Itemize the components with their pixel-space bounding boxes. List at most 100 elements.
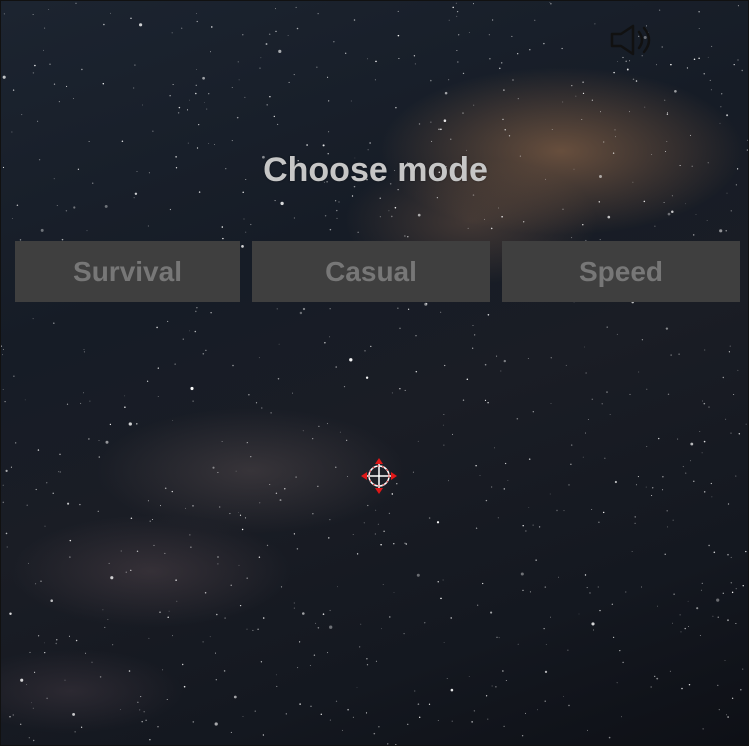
- star: [505, 679, 507, 681]
- speed-mode-button[interactable]: Speed: [502, 241, 740, 302]
- star: [238, 564, 240, 566]
- star: [133, 87, 135, 89]
- casual-mode-button[interactable]: Casual: [252, 241, 490, 302]
- star: [275, 492, 278, 494]
- star: [666, 509, 668, 512]
- star: [656, 677, 659, 680]
- star: [701, 452, 703, 454]
- star: [2, 354, 3, 356]
- star: [105, 440, 109, 444]
- star: [169, 95, 171, 97]
- star: [329, 719, 331, 721]
- star: [403, 632, 405, 635]
- star: [239, 604, 242, 607]
- speaker-icon: [610, 24, 651, 56]
- star: [641, 586, 643, 588]
- star: [575, 95, 577, 97]
- star: [448, 480, 449, 482]
- star: [489, 58, 491, 60]
- star: [724, 660, 726, 662]
- star: [81, 68, 83, 71]
- star: [680, 631, 682, 633]
- star: [2, 501, 5, 504]
- star: [622, 56, 624, 59]
- star: [335, 466, 337, 468]
- star: [208, 93, 210, 95]
- star: [231, 140, 233, 142]
- star: [404, 235, 406, 237]
- sound-toggle-button[interactable]: [609, 23, 659, 57]
- star: [196, 20, 198, 23]
- star: [598, 521, 600, 524]
- star: [643, 200, 646, 203]
- star: [688, 626, 689, 627]
- star: [507, 480, 509, 481]
- starfield-background: [1, 2, 748, 745]
- star: [149, 520, 151, 522]
- star: [88, 438, 90, 440]
- star: [462, 72, 465, 75]
- star: [221, 226, 224, 228]
- star: [446, 678, 448, 679]
- star: [185, 507, 187, 509]
- star: [466, 378, 469, 380]
- star: [490, 611, 493, 614]
- star: [335, 366, 337, 368]
- star: [110, 12, 111, 14]
- star: [48, 8, 50, 10]
- star: [74, 731, 76, 733]
- star: [37, 120, 39, 122]
- star: [243, 218, 245, 220]
- star: [280, 201, 284, 206]
- star: [735, 475, 737, 477]
- star: [206, 108, 208, 110]
- star: [488, 34, 490, 36]
- star: [124, 406, 126, 409]
- star: [399, 327, 401, 330]
- star: [219, 506, 221, 508]
- star: [727, 716, 729, 718]
- star: [244, 517, 247, 519]
- star: [80, 402, 82, 405]
- star: [543, 628, 545, 630]
- star: [327, 76, 329, 78]
- star: [407, 235, 409, 238]
- star: [265, 43, 268, 45]
- star: [59, 453, 61, 456]
- star: [250, 456, 252, 458]
- star: [635, 484, 637, 486]
- star: [333, 41, 335, 43]
- star: [703, 73, 705, 75]
- star: [440, 597, 442, 600]
- survival-mode-button[interactable]: Survival: [15, 241, 240, 302]
- star: [468, 676, 470, 677]
- star: [367, 504, 369, 507]
- star: [726, 114, 729, 117]
- star: [561, 47, 563, 50]
- star: [437, 719, 439, 722]
- star: [262, 617, 265, 619]
- star: [606, 391, 608, 393]
- star: [468, 32, 470, 33]
- star: [356, 553, 359, 555]
- star: [309, 665, 311, 666]
- star: [32, 14, 34, 15]
- star: [104, 626, 106, 628]
- star: [407, 308, 410, 310]
- star: [616, 333, 618, 335]
- star: [142, 104, 143, 106]
- star: [591, 622, 595, 626]
- star: [280, 586, 283, 588]
- star: [428, 517, 431, 519]
- star: [329, 625, 333, 629]
- star: [82, 392, 84, 394]
- star: [517, 98, 519, 100]
- star: [238, 512, 239, 513]
- star: [255, 402, 258, 404]
- star: [600, 111, 601, 113]
- star: [32, 707, 34, 709]
- star: [529, 48, 531, 51]
- star: [104, 204, 108, 208]
- star: [650, 686, 652, 688]
- star: [665, 327, 669, 330]
